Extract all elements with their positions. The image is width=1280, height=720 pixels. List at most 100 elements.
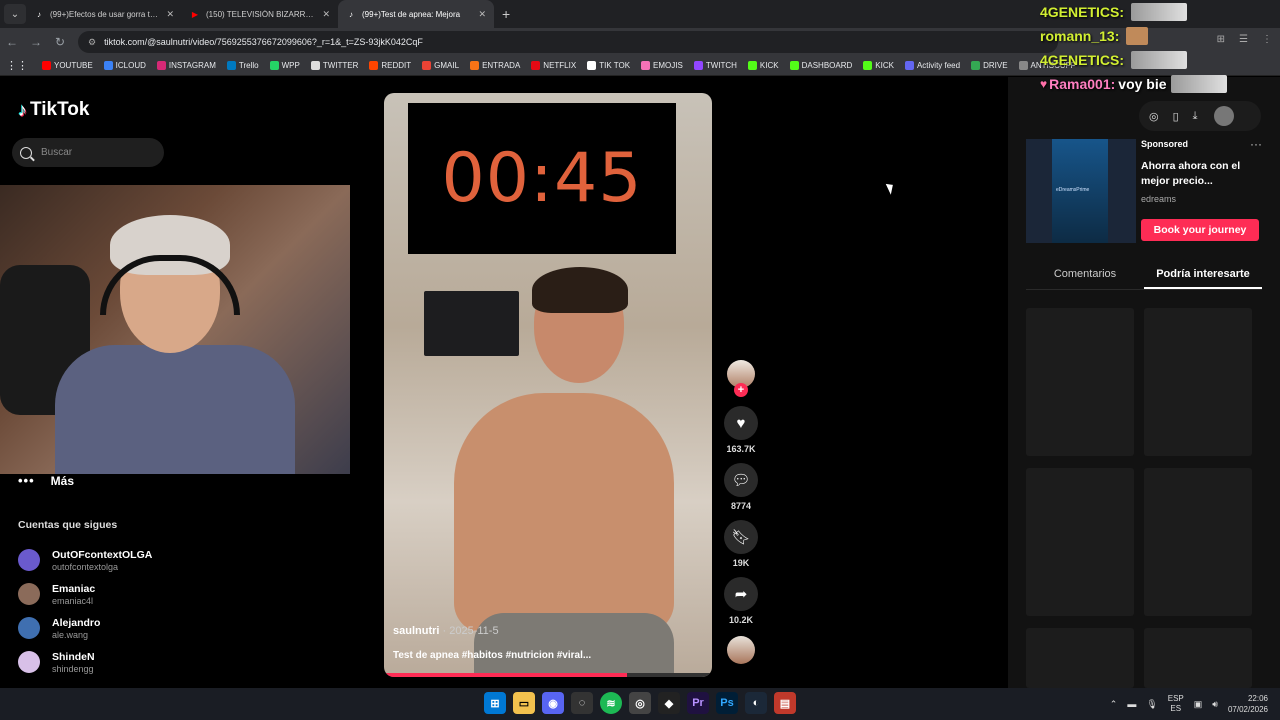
reload-icon[interactable]: ↻: [48, 35, 72, 49]
search-icon: [20, 146, 32, 159]
tab-might-like[interactable]: Podría interesarte: [1144, 264, 1262, 289]
following-account[interactable]: OutOFcontextOLGA outofcontextolga: [18, 543, 152, 577]
suggested-video-tile[interactable]: [1144, 628, 1252, 688]
video-author[interactable]: saulnutri: [393, 625, 439, 637]
photoshop-icon[interactable]: Ps: [716, 692, 738, 714]
youtube-icon: ▶: [191, 9, 199, 19]
more-menu-item[interactable]: ••• Más: [18, 473, 74, 488]
bookmark-item[interactable]: TWITTER: [310, 61, 358, 70]
bookmark-item[interactable]: ENTRADA: [470, 61, 520, 70]
close-tab-icon[interactable]: ✕: [322, 9, 330, 20]
bookmark-icon: [971, 61, 981, 70]
bookmark-item[interactable]: TWITCH: [693, 61, 737, 70]
ad-image[interactable]: eDreamsPrime: [1026, 139, 1136, 243]
bookmark-item[interactable]: EMOJIS: [641, 61, 683, 70]
search-input[interactable]: Buscar: [12, 138, 164, 167]
bookmark-item[interactable]: KICK: [863, 61, 894, 70]
video-description[interactable]: Test de apnea #habitos #nutricion #viral…: [393, 650, 693, 661]
profile-avatar[interactable]: [1213, 106, 1234, 126]
share-action[interactable]: ➦ 10.2K: [724, 577, 758, 625]
account-handle: shindengg: [52, 663, 94, 674]
input-language[interactable]: ESP ES: [1168, 694, 1184, 714]
music-disc-icon[interactable]: [727, 636, 755, 664]
chrome-icon[interactable]: ◎: [629, 692, 651, 714]
ad-title[interactable]: Ahorra ahora con el mejor precio...: [1141, 159, 1262, 189]
browser-tab[interactable]: ▶ (150) TELEVISIÓN BIZARRA - Yo ✕: [182, 0, 338, 28]
epic-games-icon[interactable]: ◆: [658, 692, 680, 714]
suggested-video-tile[interactable]: [1026, 308, 1134, 456]
url-field[interactable]: ⚙ tiktok.com/@saulnutri/video/7569255376…: [78, 31, 1058, 53]
file-explorer-icon[interactable]: ▭: [513, 692, 535, 714]
account-name: OutOFcontextOLGA: [52, 548, 153, 561]
obs-icon[interactable]: ◌: [571, 692, 593, 714]
bookmark-item[interactable]: ICLOUD: [103, 61, 146, 70]
tiktok-logo[interactable]: ♪ TikTok: [18, 99, 89, 121]
like-action[interactable]: ♥ 163.7K: [724, 406, 758, 454]
close-tab-icon[interactable]: ✕: [478, 9, 486, 20]
tab-search-icon[interactable]: ⌄: [4, 4, 26, 24]
bookmark-label: KICK: [759, 61, 779, 70]
ad-more-icon[interactable]: ···: [1250, 137, 1262, 151]
bookmark-item[interactable]: WPP: [269, 61, 300, 70]
bookmark-item[interactable]: DASHBOARD: [789, 61, 852, 70]
bookmark-icon[interactable]: 🔖︎: [724, 520, 758, 554]
bookmark-item[interactable]: YOUTUBE: [42, 61, 93, 70]
following-account[interactable]: Emaniac emaniac4l: [18, 577, 152, 611]
browser-tab[interactable]: ♪ (99+)Efectos de usar gorra todos ✕: [26, 0, 182, 28]
browser-tab[interactable]: ♪ (99+)Test de apnea: Mejora ✕: [338, 0, 494, 28]
tab-comments[interactable]: Comentarios: [1026, 264, 1144, 289]
following-account[interactable]: Alejandro ale.wang: [18, 611, 152, 645]
forward-icon[interactable]: →: [24, 35, 48, 49]
comment-action[interactable]: 💬︎ 8774: [724, 463, 758, 511]
discord-icon[interactable]: ◉: [542, 692, 564, 714]
bookmark-item[interactable]: REDDIT: [369, 61, 411, 70]
volume-icon[interactable]: 🔊︎: [1212, 699, 1218, 710]
bookmark-item[interactable]: GMAIL: [422, 61, 459, 70]
clock[interactable]: 22:06 07/02/2026: [1228, 693, 1268, 715]
spotify-icon[interactable]: ≋: [600, 692, 622, 714]
apps-icon[interactable]: ⋮⋮: [6, 59, 28, 72]
bookmark-item[interactable]: INSTAGRAM: [156, 61, 216, 70]
bookmark-item[interactable]: Trello: [226, 61, 259, 70]
tiktok-icon: ♪: [37, 9, 41, 19]
download-icon[interactable]: ⤓: [1193, 110, 1198, 123]
bookmark-item[interactable]: KICK: [747, 61, 779, 70]
heart-icon[interactable]: ♥: [724, 406, 758, 440]
sponsored-ad[interactable]: eDreamsPrime Sponsored ··· Ahorra ahora …: [1026, 137, 1262, 243]
comment-icon[interactable]: 💬︎: [724, 463, 758, 497]
tray-chevron-icon[interactable]: ⌃: [1110, 699, 1118, 710]
video-progress-bar[interactable]: [384, 673, 712, 677]
save-action[interactable]: 🔖︎ 19K: [724, 520, 758, 568]
network-icon[interactable]: ▣: [1194, 699, 1203, 710]
bookmark-icon: [103, 61, 113, 70]
suggested-video-tile[interactable]: [1026, 628, 1134, 688]
suggested-video-tile[interactable]: [1144, 468, 1252, 616]
microphone-icon[interactable]: 🎙︎: [1146, 699, 1157, 710]
premiere-icon[interactable]: Pr: [687, 692, 709, 714]
share-icon[interactable]: ➦: [724, 577, 758, 611]
coin-icon[interactable]: ◎: [1149, 110, 1159, 123]
creator-avatar[interactable]: +: [727, 360, 755, 397]
tab-title: (150) TELEVISIÓN BIZARRA - Yo: [206, 9, 317, 19]
bookmark-item[interactable]: DRIVE: [971, 61, 1008, 70]
tray-app-icon[interactable]: ▬: [1127, 699, 1136, 709]
bookmark-item[interactable]: TIK TOK: [587, 61, 630, 70]
site-info-icon[interactable]: ⚙: [88, 37, 96, 48]
ad-cta-button[interactable]: Book your journey: [1141, 219, 1259, 241]
new-tab-button[interactable]: +: [502, 6, 510, 22]
video-player[interactable]: 00:45 saulnutri · 2025-11-5 Test de apne…: [384, 93, 712, 677]
follow-plus-icon[interactable]: +: [734, 383, 748, 397]
back-icon[interactable]: ←: [0, 35, 24, 49]
windows-start-icon[interactable]: ⊞: [484, 692, 506, 714]
more-label: Más: [50, 473, 74, 488]
following-account[interactable]: ShindeN shindengg: [18, 645, 152, 679]
suggested-video-tile[interactable]: [1026, 468, 1134, 616]
device-icon[interactable]: ▯: [1173, 110, 1179, 123]
bookmark-item[interactable]: NETFLIX: [531, 61, 576, 70]
video-action-rail: + ♥ 163.7K 💬︎ 8774 🔖︎ 19K ➦ 10.2K: [723, 360, 759, 664]
wave-app-icon[interactable]: ▤: [774, 692, 796, 714]
suggested-video-tile[interactable]: [1144, 308, 1252, 456]
bookmark-item[interactable]: Activity feed: [904, 61, 960, 70]
close-tab-icon[interactable]: ✕: [166, 9, 174, 20]
steam-icon[interactable]: ◐: [745, 692, 767, 714]
